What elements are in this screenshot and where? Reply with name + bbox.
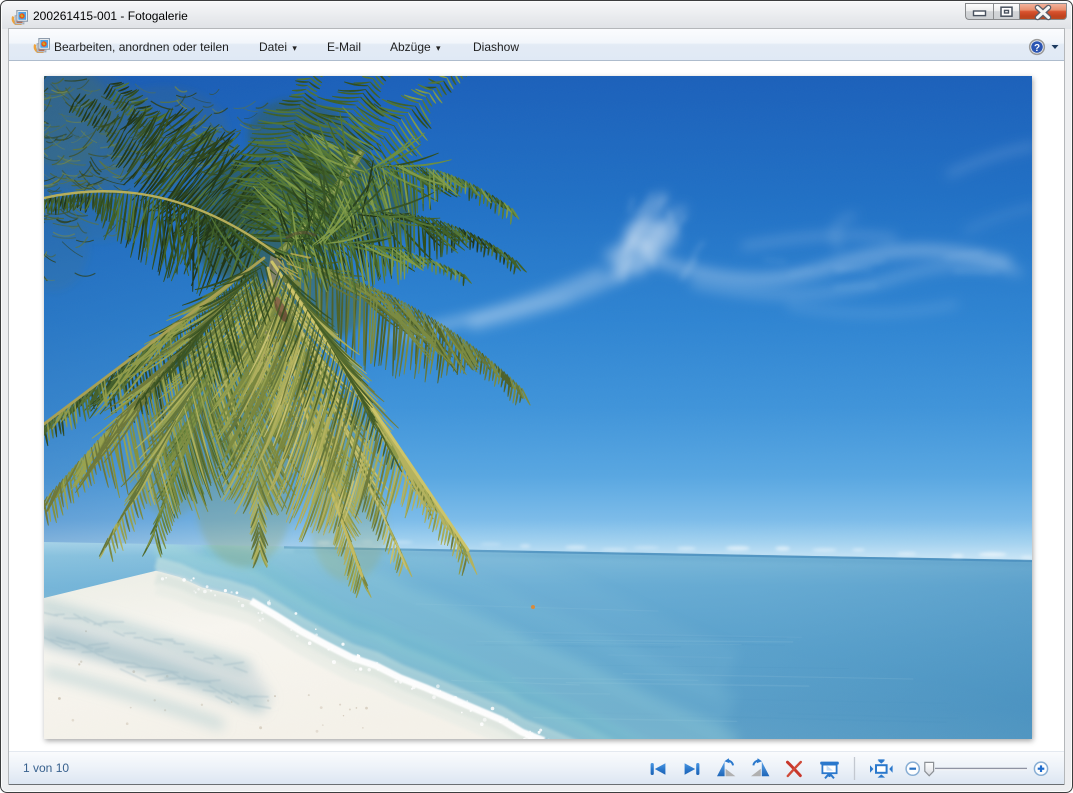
svg-text:?: ?: [1034, 43, 1040, 54]
